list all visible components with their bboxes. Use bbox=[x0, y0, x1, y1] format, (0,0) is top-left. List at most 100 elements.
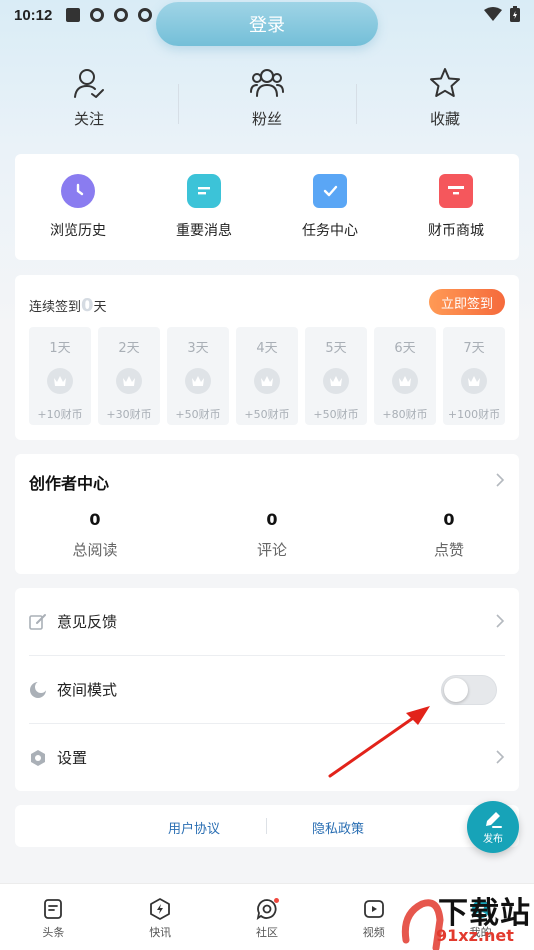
checkin-title-prefix: 连续签到 bbox=[29, 300, 82, 315]
toggle-knob bbox=[444, 678, 468, 702]
day-reward: +30财币 bbox=[106, 408, 152, 421]
settings-gear-icon bbox=[29, 749, 47, 767]
creator-center-title: 创作者中心 bbox=[29, 474, 110, 493]
night-mode-label: 夜间模式 bbox=[57, 681, 118, 699]
tab-label: 头条 bbox=[42, 926, 65, 939]
chevron-right-icon bbox=[496, 614, 505, 628]
stat-comments[interactable]: 0 评论 bbox=[232, 510, 312, 560]
tab-flash-news[interactable]: 快讯 bbox=[107, 884, 214, 950]
flash-icon bbox=[150, 898, 171, 920]
chevron-right-icon bbox=[496, 473, 505, 487]
function-grid: 浏览历史 重要消息 任务中心 财币商城 bbox=[15, 154, 519, 260]
day-reward: +50财币 bbox=[244, 408, 290, 421]
tab-community[interactable]: 社区 bbox=[214, 884, 321, 950]
stat-label: 总阅读 bbox=[72, 541, 118, 559]
day-label: 7天 bbox=[463, 341, 485, 356]
day-label: 4天 bbox=[256, 341, 278, 356]
quick-links: 关注 粉丝 收藏 bbox=[0, 66, 534, 138]
app-notification-icon bbox=[114, 8, 129, 22]
day-reward: +80财币 bbox=[382, 408, 428, 421]
crown-icon bbox=[47, 368, 73, 394]
day-reward: +50财币 bbox=[175, 408, 221, 421]
stat-total-reads[interactable]: 0 总阅读 bbox=[55, 510, 135, 560]
function-label: 重要消息 bbox=[176, 223, 232, 239]
function-label: 任务中心 bbox=[302, 223, 358, 239]
night-mode-row: 夜间模式 bbox=[29, 656, 505, 723]
checkin-button[interactable]: 立即签到 bbox=[429, 289, 505, 315]
creator-stats: 0 总阅读 0 评论 0 点赞 bbox=[15, 510, 519, 560]
store-icon bbox=[439, 174, 473, 208]
function-label: 财币商城 bbox=[428, 223, 484, 239]
crown-icon bbox=[185, 368, 211, 394]
stat-value: 0 bbox=[266, 510, 278, 529]
checkin-day: 7天 +100财币 bbox=[443, 327, 505, 425]
publish-label: 发布 bbox=[483, 834, 503, 845]
quick-link-fans[interactable]: 粉丝 bbox=[178, 66, 356, 138]
feedback-row[interactable]: 意见反馈 bbox=[29, 588, 505, 655]
night-mode-toggle[interactable] bbox=[441, 675, 497, 705]
publish-button[interactable]: 发布 bbox=[467, 801, 519, 853]
settings-label: 设置 bbox=[57, 749, 88, 767]
battery-icon bbox=[510, 6, 520, 22]
function-label: 浏览历史 bbox=[50, 223, 106, 239]
quick-link-favorites[interactable]: 收藏 bbox=[356, 66, 534, 138]
notification-dot bbox=[273, 898, 279, 903]
status-time: 10:12 bbox=[14, 6, 53, 24]
message-icon bbox=[187, 174, 221, 208]
user-check-icon bbox=[74, 69, 104, 98]
stat-label: 评论 bbox=[256, 541, 287, 559]
day-label: 6天 bbox=[394, 341, 416, 356]
crown-icon bbox=[392, 368, 418, 394]
login-button[interactable]: 登录 bbox=[156, 2, 378, 46]
privacy-policy-link[interactable]: 隐私政策 bbox=[312, 818, 364, 837]
stat-label: 点赞 bbox=[433, 541, 464, 559]
quick-link-following[interactable]: 关注 bbox=[0, 66, 178, 138]
day-label: 2天 bbox=[118, 341, 140, 356]
edit-icon bbox=[29, 613, 47, 631]
checkin-day: 1天 +10财币 bbox=[29, 327, 91, 425]
tab-label: 视频 bbox=[362, 926, 385, 939]
checkin-count: 0 bbox=[81, 295, 94, 316]
settings-row[interactable]: 设置 bbox=[29, 724, 505, 791]
crown-icon bbox=[116, 368, 142, 394]
checkin-day: 5天 +50财币 bbox=[305, 327, 367, 425]
function-important-messages[interactable]: 重要消息 bbox=[141, 174, 267, 240]
checkin-title-suffix: 天 bbox=[93, 300, 107, 315]
creator-center-card[interactable]: 创作者中心 0 总阅读 0 评论 0 点赞 bbox=[15, 454, 519, 574]
link-separator bbox=[266, 818, 267, 834]
chevron-right-icon bbox=[496, 750, 505, 764]
quick-link-label: 收藏 bbox=[429, 110, 460, 128]
function-browse-history[interactable]: 浏览历史 bbox=[15, 174, 141, 240]
crown-icon bbox=[461, 368, 487, 394]
crown-icon bbox=[254, 368, 280, 394]
quick-link-label: 关注 bbox=[73, 110, 104, 128]
day-label: 5天 bbox=[325, 341, 347, 356]
video-icon bbox=[363, 900, 384, 918]
tab-headlines[interactable]: 头条 bbox=[0, 884, 107, 950]
function-coin-store[interactable]: 财币商城 bbox=[393, 174, 519, 240]
checkin-day: 4天 +50财币 bbox=[236, 327, 298, 425]
crown-icon bbox=[323, 368, 349, 394]
legal-links: 用户协议 隐私政策 bbox=[15, 805, 519, 847]
news-icon bbox=[44, 899, 63, 919]
checkin-day: 6天 +80财币 bbox=[374, 327, 436, 425]
user-agreement-link[interactable]: 用户协议 bbox=[168, 818, 220, 837]
day-reward: +50财币 bbox=[313, 408, 359, 421]
checkin-days: 1天 +10财币 2天 +30财币 3天 +50财币 4天 +50财币 5天 +… bbox=[29, 327, 505, 425]
checkin-day: 3天 +50财币 bbox=[167, 327, 229, 425]
wifi-icon bbox=[484, 7, 502, 21]
settings-card: 意见反馈 夜间模式 设置 bbox=[15, 588, 519, 791]
checkin-card: 连续签到0天 立即签到 1天 +10财币 2天 +30财币 3天 +50财币 4… bbox=[15, 275, 519, 440]
stat-value: 0 bbox=[89, 510, 101, 529]
tab-label: 社区 bbox=[255, 926, 278, 939]
notification-icon bbox=[66, 8, 81, 22]
feedback-label: 意见反馈 bbox=[57, 613, 118, 631]
pen-icon bbox=[486, 812, 502, 828]
day-label: 3天 bbox=[187, 341, 209, 356]
day-reward: +10财币 bbox=[37, 408, 83, 421]
function-task-center[interactable]: 任务中心 bbox=[267, 174, 393, 240]
quick-link-label: 粉丝 bbox=[251, 110, 282, 128]
stat-value: 0 bbox=[443, 510, 455, 529]
star-icon bbox=[430, 68, 460, 97]
stat-likes[interactable]: 0 点赞 bbox=[409, 510, 489, 560]
